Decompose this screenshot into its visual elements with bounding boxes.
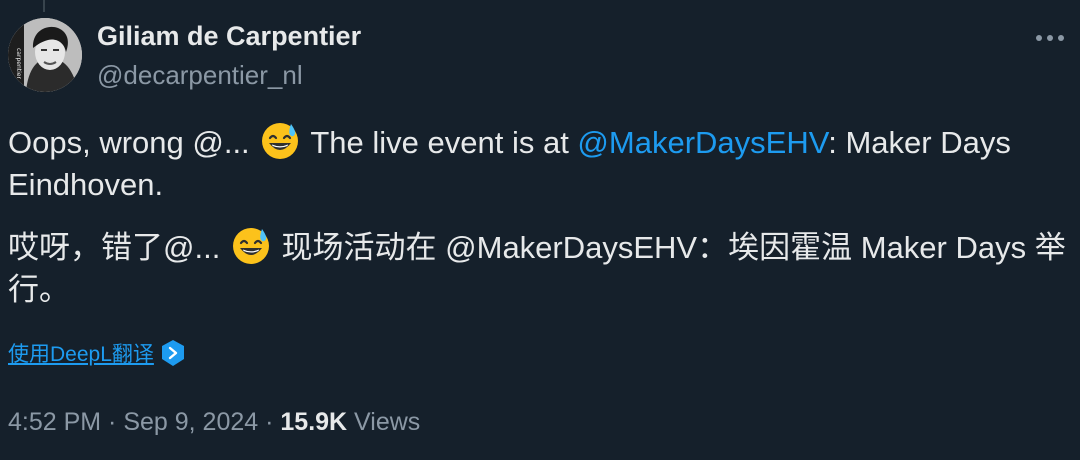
mention-link-makerdaysehv[interactable]: @MakerDaysEHV <box>577 125 828 160</box>
more-dots-icon <box>1036 35 1064 41</box>
avatar-photo-icon: carpentier <box>8 18 82 92</box>
meta-separator: · <box>258 408 281 436</box>
avatar-side-text: carpentier <box>15 48 22 79</box>
tweet-meta: 4:52 PM · Sep 9, 2024 · 15.9K Views <box>8 408 420 437</box>
author-display-name[interactable]: Giliam de Carpentier <box>97 21 361 52</box>
views-count: 15.9K <box>280 408 348 436</box>
more-options-button[interactable] <box>1030 24 1070 52</box>
author-handle[interactable]: @decarpentier_nl <box>97 60 303 91</box>
translate-link[interactable]: 使用DeepL翻译 <box>8 338 154 368</box>
meta-separator: · <box>101 408 124 436</box>
tweet-paragraph-english: Oops, wrong @... The live event is at @M… <box>8 121 1068 206</box>
thread-connector-line <box>43 0 45 12</box>
tweet-date[interactable]: Sep 9, 2024 <box>123 408 258 436</box>
tweet-time[interactable]: 4:52 PM <box>8 408 101 436</box>
tweet-text: Oops, wrong @... <box>8 125 259 160</box>
tweet-text: 哎呀，错了@... <box>8 230 229 265</box>
avatar[interactable]: carpentier <box>8 18 82 92</box>
deepl-icon[interactable] <box>160 339 186 367</box>
views-label: Views <box>347 408 421 436</box>
sweat-smile-emoji-icon <box>262 123 299 159</box>
translate-row: 使用DeepL翻译 <box>8 338 186 368</box>
sweat-smile-emoji-icon <box>232 228 269 264</box>
tweet-paragraph-chinese: 哎呀，错了@... 现场活动在 @MakerDaysEHV：埃因霍温 Maker… <box>8 226 1068 311</box>
tweet-text: The live event is at <box>302 125 578 160</box>
